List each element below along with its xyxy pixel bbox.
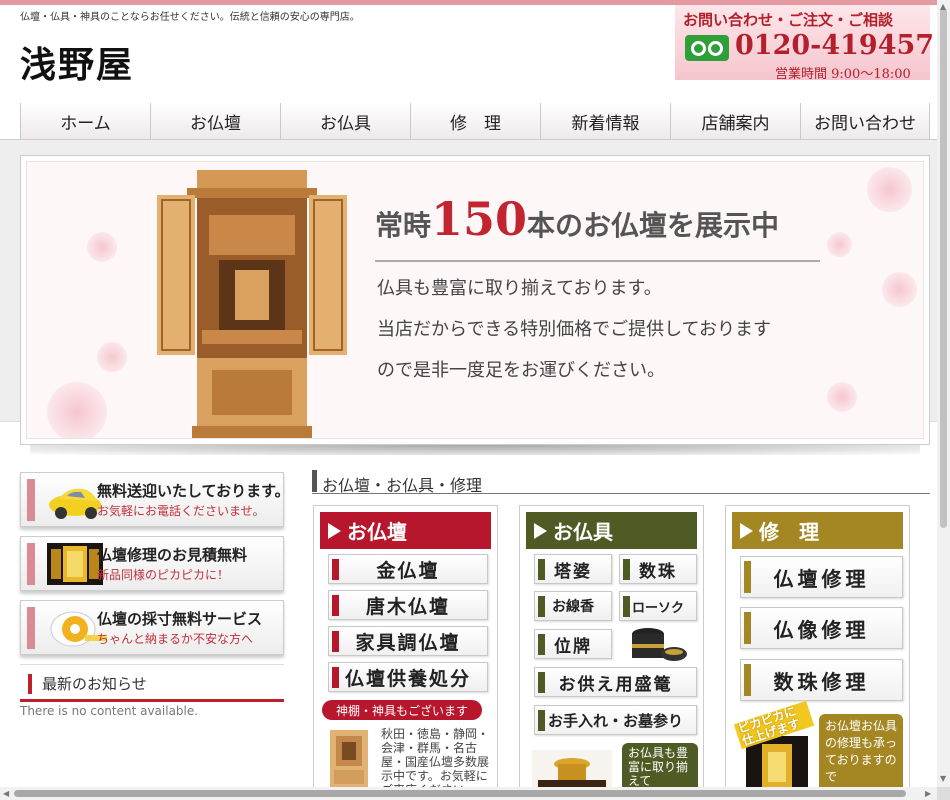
hero-divider [375, 260, 820, 262]
horizontal-scrollbar[interactable] [0, 787, 937, 800]
vertical-scrollbar[interactable] [937, 0, 950, 787]
link-butsudan-repair[interactable]: 仏壇修理 [740, 556, 903, 598]
decor-blossom [87, 232, 117, 262]
nav-repair[interactable]: 修 理 [410, 103, 540, 139]
scrollbar-corner [937, 787, 950, 800]
link-rosoku[interactable]: ローソク [619, 591, 697, 621]
products-section-title-text: お仏壇・お仏具・修理 [322, 476, 483, 495]
butsugu-note: お仏具も豊富に取り揃えて [622, 743, 698, 793]
contact-banner[interactable]: お問い合わせ・ご注文・ご相談 0120-419457 営業時間 9:00～18:… [675, 5, 934, 82]
freedial-icon [685, 35, 729, 61]
hero-text-line: ので是非一度足をお運びください。 [377, 360, 665, 381]
news-empty-message: There is no content available. [20, 704, 199, 718]
nav-store[interactable]: 店舗案内 [670, 103, 800, 139]
hero-inner: 常時150本のお仏壇を展示中 仏具も豊富に取り揃えております。 当店だからできる… [26, 161, 924, 439]
butsugu-header[interactable]: お仏具 [526, 512, 697, 549]
link-osenko[interactable]: お線香 [534, 591, 612, 621]
play-arrow-icon [328, 522, 341, 539]
nav-home[interactable]: ホーム [20, 103, 150, 139]
hero-headline: 常時150本のお仏壇を展示中 [375, 192, 780, 246]
news-heading: 最新のお知らせ [20, 664, 284, 702]
repair-note: お仏壇お仏具の修理も承っておりますので [819, 714, 903, 794]
butsudan-thumbnail [330, 730, 368, 788]
banner-free-pickup[interactable]: 無料送迎いたしております。 お気軽にお電話くださいませ。 [20, 472, 290, 527]
link-kagu-butsudan[interactable]: 家具調仏壇 [328, 626, 488, 656]
butsudan-header[interactable]: お仏壇 [320, 512, 491, 549]
banner-subtitle: お気軽にお電話くださいませ。 [97, 504, 265, 518]
scroll-down-icon[interactable]: ▼ [940, 774, 946, 783]
banner-title: 仏壇の採寸無料サービス [97, 610, 263, 628]
link-kin-butsudan[interactable]: 金仏壇 [328, 554, 488, 584]
scroll-right-icon[interactable]: ▶ [925, 789, 931, 798]
hero-text-line: 仏具も豊富に取り揃えております。 [377, 278, 662, 299]
banner-free-measure[interactable]: 仏壇の採寸無料サービス ちゃんと納まるか不安な方へ [20, 600, 284, 655]
news-heading-text: 最新のお知らせ [42, 675, 147, 693]
incense-burner-image [632, 628, 687, 661]
scroll-up-icon[interactable]: ▲ [940, 2, 946, 11]
butsudan-description: 秋田・徳島・静岡・会津・群馬・名古屋・国産仏壇多数展示中です。お気軽にご来店くだ… [381, 727, 490, 794]
vertical-scrollbar-thumb[interactable] [940, 8, 947, 528]
link-toba[interactable]: 塔婆 [534, 554, 612, 584]
nav-butsugu[interactable]: お仏具 [280, 103, 410, 139]
scroll-left-icon[interactable]: ◀ [3, 789, 9, 798]
phone-number[interactable]: 0120-419457 [735, 30, 934, 61]
link-karaki-butsudan[interactable]: 唐木仏壇 [328, 590, 488, 620]
business-hours: 営業時間 9:00～18:00 [775, 67, 911, 82]
site-tagline: 仏壇・仏具・神具のことならお任せください。伝統と信頼の安心の専門店。 [20, 12, 360, 23]
banner-subtitle: ちゃんと納まるか不安な方へ [97, 632, 254, 646]
butsudan-image [157, 170, 347, 438]
global-nav-bar: ホーム お仏壇 お仏具 修 理 新着情報 店舗案内 お問い合わせ [0, 100, 950, 140]
decor-blossom [97, 342, 127, 372]
nav-butsudan[interactable]: お仏壇 [150, 103, 280, 139]
contact-title: お問い合わせ・ご注文・ご相談 [683, 11, 894, 29]
play-arrow-icon [534, 522, 547, 539]
hero-headline-number: 150 [431, 192, 528, 246]
link-butsudan-disposal[interactable]: 仏壇供養処分 [328, 662, 488, 692]
decor-blossom [867, 167, 912, 212]
play-arrow-icon [740, 522, 753, 539]
decor-blossom [47, 382, 107, 438]
link-ihai[interactable]: 位牌 [534, 629, 612, 659]
banner-repair-estimate[interactable]: 仏壇修理のお見積無料 新品同様のピカピカに！ [20, 536, 284, 591]
repair-column: 修 理 仏壇修理 仏像修理 数珠修理 ピカピカに仕上げます お仏壇お仏具の修理も… [725, 505, 910, 795]
link-butsuzo-repair[interactable]: 仏像修理 [740, 607, 903, 649]
banner-title: 無料送迎いたしております。 [97, 482, 290, 500]
link-juzu-repair[interactable]: 数珠修理 [740, 659, 903, 701]
hero-shadow [30, 445, 920, 455]
nav-news[interactable]: 新着情報 [540, 103, 670, 139]
link-osonae-morikago[interactable]: お供え用盛篭 [534, 667, 697, 697]
hero-banner: 常時150本のお仏壇を展示中 仏具も豊富に取り揃えております。 当店だからできる… [20, 155, 930, 445]
repair-header[interactable]: 修 理 [732, 512, 903, 549]
site-logo[interactable]: 浅野屋 [20, 36, 134, 88]
products-section-title: お仏壇・お仏具・修理 [312, 470, 930, 495]
hero-text-line: 当店だからできる特別価格でご提供しております [377, 319, 772, 340]
butsugu-column: お仏具 塔婆 数珠 お線香 ローソク 位牌 お供え用盛篭 お手入れ・お墓参り お… [519, 505, 704, 795]
nav-contact[interactable]: お問い合わせ [800, 103, 930, 139]
global-nav: ホーム お仏壇 お仏具 修 理 新着情報 店舗案内 お問い合わせ [20, 103, 930, 139]
kamidana-pill[interactable]: 神棚・神具もございます [322, 700, 482, 720]
butsudan-column: お仏壇 金仏壇 唐木仏壇 家具調仏壇 仏壇供養処分 神棚・神具もございます 秋田… [313, 505, 498, 795]
decor-blossom [827, 382, 857, 412]
banner-title: 仏壇修理のお見積無料 [97, 546, 248, 564]
link-oteire-ohakamairi[interactable]: お手入れ・お墓参り [534, 705, 697, 735]
link-juzu[interactable]: 数珠 [619, 554, 697, 584]
decor-blossom [827, 232, 852, 257]
decor-blossom [882, 272, 917, 307]
horizontal-scrollbar-thumb[interactable] [14, 790, 906, 797]
banner-subtitle: 新品同様のピカピカに！ [97, 568, 230, 582]
